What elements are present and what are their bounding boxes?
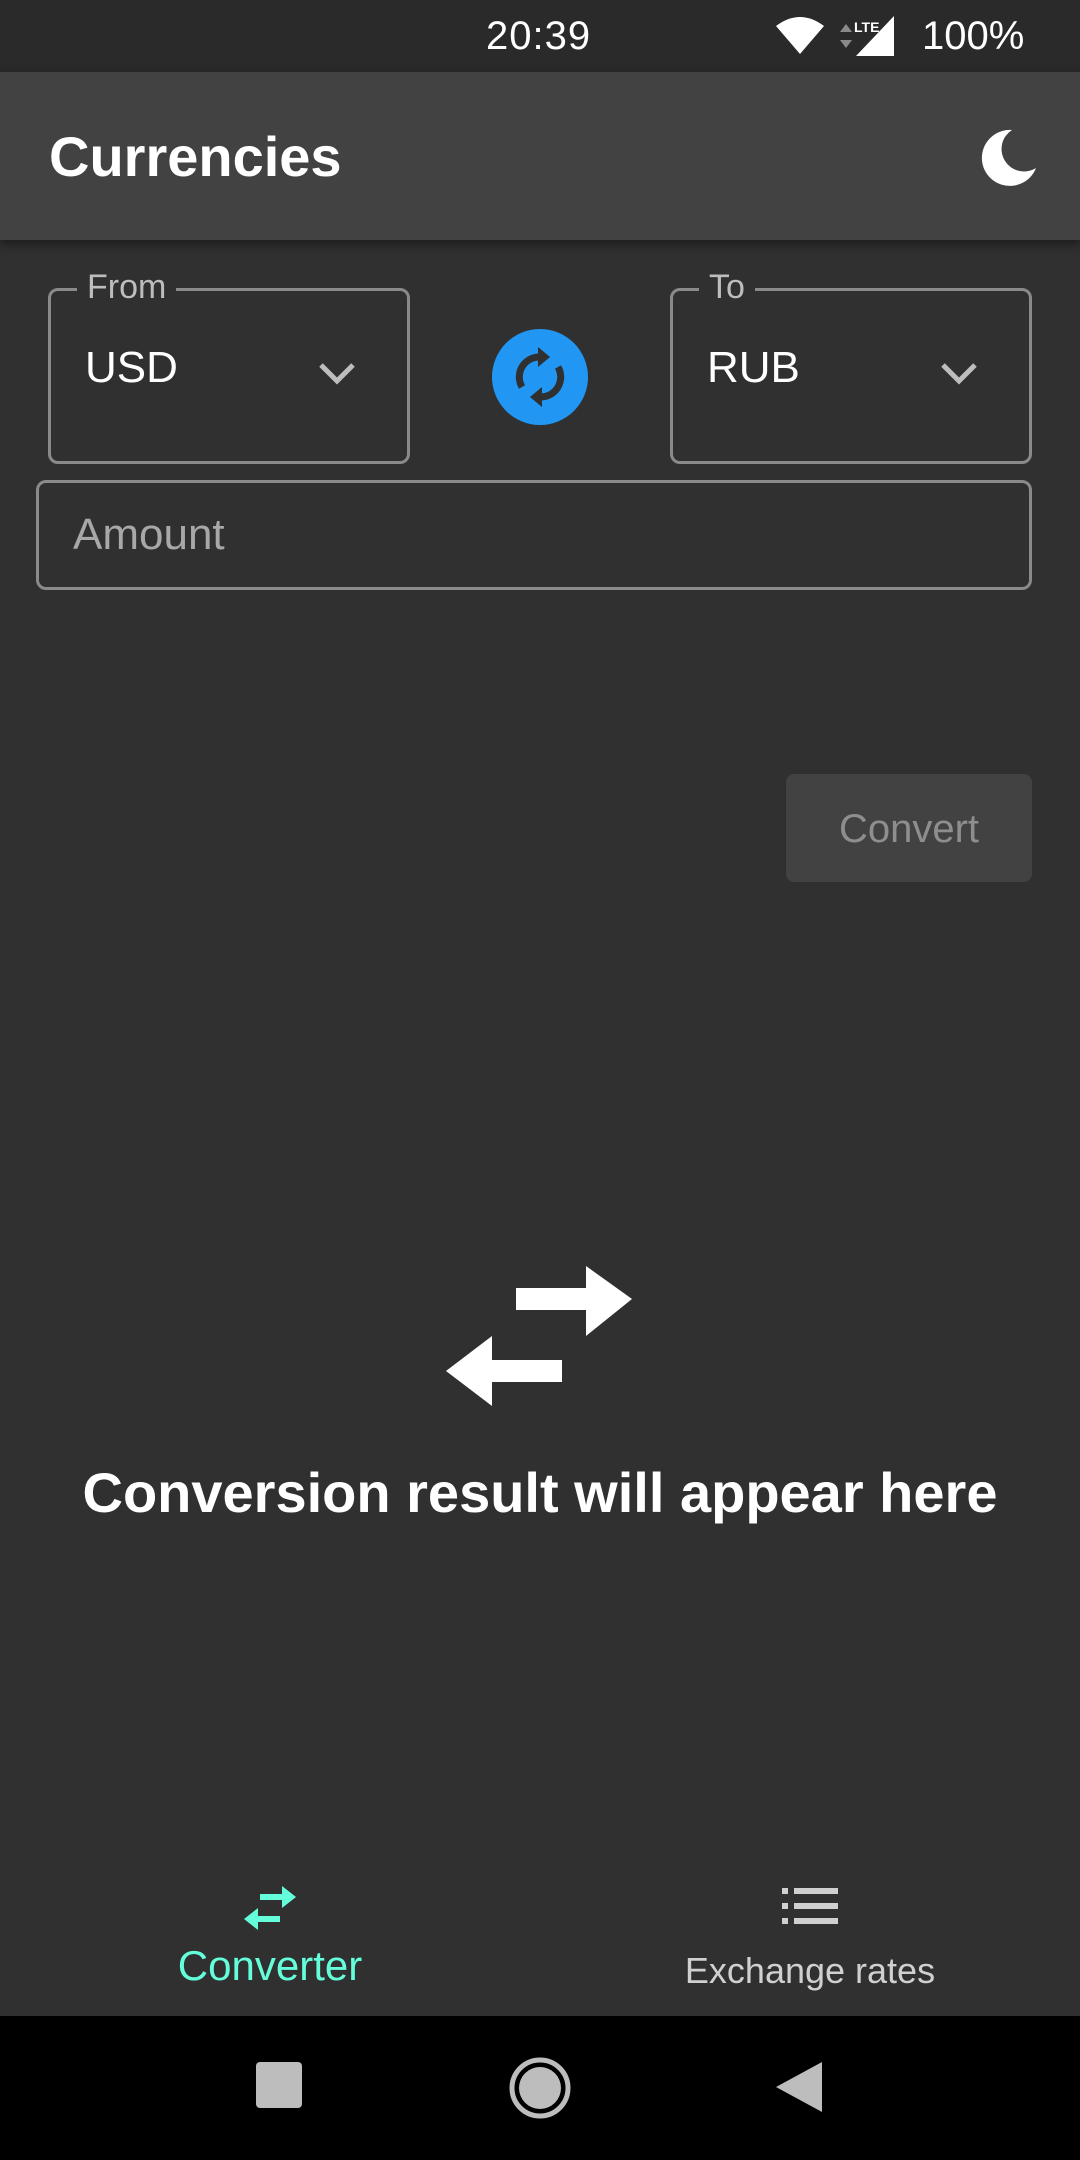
nav-item-converter[interactable]: Converter <box>0 1846 540 2016</box>
home-icon[interactable] <box>508 2056 572 2125</box>
to-label: To <box>699 265 755 309</box>
nav-label-exchange-rates: Exchange rates <box>684 1950 936 1991</box>
nav-item-exchange-rates[interactable]: Exchange rates <box>540 1846 1080 2016</box>
swap-horiz-icon <box>242 1886 298 1935</box>
svg-text:LTE: LTE <box>854 19 879 35</box>
from-label: From <box>77 265 177 309</box>
swap-currencies-button[interactable] <box>492 329 588 425</box>
from-currency-value: USD <box>85 343 178 392</box>
to-currency-value: RUB <box>707 343 800 392</box>
moon-icon[interactable] <box>976 126 1040 190</box>
list-icon <box>782 1886 838 1931</box>
amount-input[interactable] <box>36 480 1032 590</box>
status-bar: 20:39 LTE 100% <box>0 0 1080 72</box>
page-title: Currencies <box>49 125 342 188</box>
chevron-down-icon <box>939 361 979 392</box>
swap-horiz-icon <box>446 1266 632 1411</box>
convert-button[interactable]: Convert <box>786 774 1032 882</box>
recents-icon[interactable] <box>256 2062 302 2113</box>
wifi-icon <box>774 16 826 61</box>
from-currency-select[interactable]: From USD <box>48 265 410 464</box>
bottom-navigation: Converter Exchange rates <box>0 1846 1080 2016</box>
chevron-down-icon <box>317 361 357 392</box>
lte-signal-icon: LTE <box>834 14 898 63</box>
nav-label-converter: Converter <box>177 1942 363 1989</box>
result-placeholder-text: Conversion result will appear here <box>82 1461 998 1524</box>
back-icon[interactable] <box>776 2062 822 2117</box>
screen: 20:39 LTE 100% Currencies From USD To RU… <box>0 0 1080 2160</box>
system-navigation-bar <box>0 2016 1080 2160</box>
to-currency-select[interactable]: To RUB <box>670 265 1032 464</box>
status-time: 20:39 <box>486 14 592 58</box>
app-bar: Currencies <box>0 72 1080 240</box>
battery-level: 100% <box>922 14 1025 58</box>
